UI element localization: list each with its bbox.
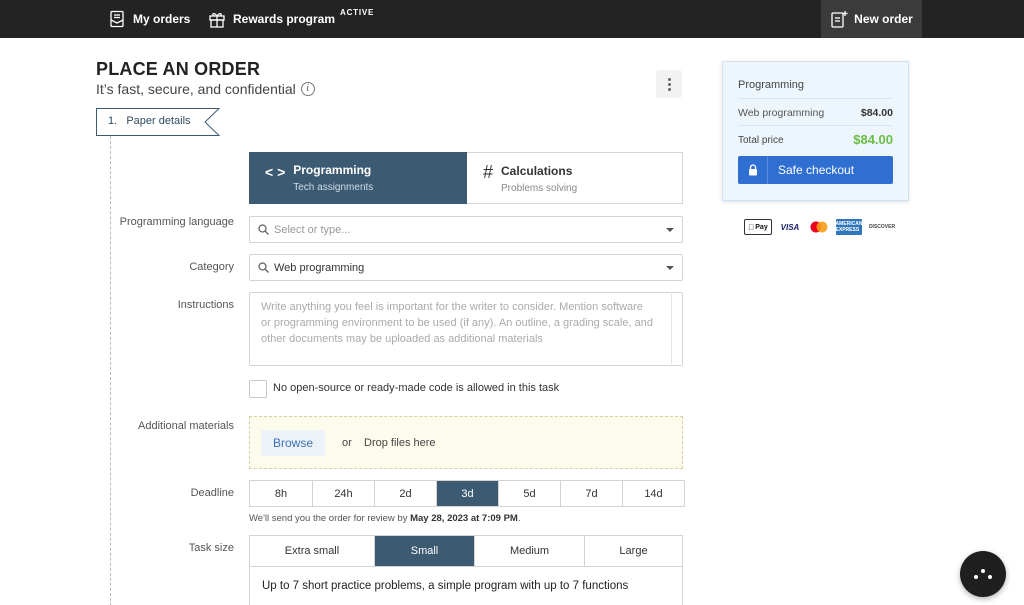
chat-dot-icon [988, 575, 992, 579]
deadline-note-suffix: . [517, 513, 521, 524]
paper-type-subtitle: Problems solving [501, 183, 578, 194]
search-icon [258, 224, 269, 235]
task-size-options: Extra small Small Medium Large [249, 535, 683, 567]
materials-label: Additional materials [138, 420, 234, 432]
browse-button[interactable]: Browse [261, 430, 325, 456]
apple-pay-icon: Pay [744, 219, 772, 235]
top-nav: My orders Rewards program ACTIVE New ord… [0, 0, 1024, 38]
instructions-textarea[interactable]: Write anything you feel is important for… [249, 292, 683, 366]
dropzone-or: or [342, 437, 352, 449]
summary-item-price: $84.00 [860, 107, 893, 119]
safe-checkout-label: Safe checkout [778, 163, 855, 177]
paper-type-programming[interactable]: < > Programming Tech assignments [249, 152, 467, 204]
language-label: Programming language [119, 216, 234, 228]
deadline-note-prefix: We'll send you the order for review by [249, 513, 411, 524]
page-title: PLACE AN ORDER [96, 59, 261, 79]
deadline-option[interactable]: 7d [560, 481, 622, 506]
info-icon[interactable]: i [300, 82, 315, 96]
deadline-option[interactable]: 24h [312, 481, 374, 506]
task-size-description: Up to 7 short practice problems, a simpl… [249, 566, 683, 605]
instructions-scrollbar[interactable] [671, 294, 681, 364]
chat-dot-icon [981, 569, 985, 573]
page-subtitle-text: It’s fast, secure, and confidential [96, 81, 296, 97]
summary-total-label: Total price [738, 135, 784, 146]
category-label: Category [189, 261, 234, 273]
summary-item-label: Web programming [738, 107, 825, 119]
step-label-text: 1. Paper details [108, 115, 191, 127]
nav-rewards-label: Rewards program [233, 12, 336, 26]
rewards-status-badge: ACTIVE [340, 8, 375, 17]
paper-type-calculations[interactable]: # Calculations Problems solving [467, 152, 683, 204]
discover-icon: DISCOVER [868, 224, 896, 230]
amex-icon: AMERICAN EXPRESS [835, 219, 863, 235]
more-options-button[interactable] [656, 70, 682, 98]
orders-icon [110, 10, 124, 28]
task-size-label: Task size [188, 542, 234, 554]
step-dashed-line [110, 136, 111, 605]
summary-divider [738, 125, 893, 126]
nav-my-orders[interactable]: My orders [108, 0, 190, 38]
language-select[interactable]: Select or type... [249, 216, 683, 243]
payment-methods: Pay VISA AMERICAN EXPRESS DISCOVER [744, 219, 896, 235]
new-order-label: New order [854, 12, 913, 26]
deadline-option-selected[interactable]: 3d [436, 481, 498, 506]
language-placeholder: Select or type... [274, 223, 351, 236]
hash-icon: # [483, 162, 494, 182]
chat-button[interactable] [960, 551, 1006, 597]
paper-type-title: Calculations [501, 164, 573, 178]
nav-rewards[interactable]: Rewards program [208, 0, 335, 38]
summary-divider [738, 98, 893, 99]
mastercard-icon [808, 219, 830, 235]
new-order-button[interactable]: New order [821, 0, 922, 38]
instructions-label: Instructions [177, 299, 234, 311]
deadline-option[interactable]: 5d [498, 481, 560, 506]
paper-type-subtitle: Tech assignments [293, 182, 374, 193]
no-open-source-label[interactable]: No open-source or ready-made code is all… [273, 382, 559, 394]
deadline-option[interactable]: 2d [374, 481, 436, 506]
deadline-note: We'll send you the order for review by M… [249, 513, 520, 524]
lock-icon [738, 156, 768, 184]
task-size-option[interactable]: Extra small [250, 536, 374, 566]
nav-my-orders-label: My orders [133, 12, 191, 26]
more-dot-icon [667, 77, 671, 81]
summary-total-price: $84.00 [853, 132, 893, 147]
code-icon: < > [265, 164, 286, 180]
deadline-label: Deadline [190, 487, 234, 499]
visa-icon: VISA [780, 222, 800, 232]
category-value: Web programming [274, 261, 365, 274]
task-size-option[interactable]: Large [584, 536, 682, 566]
summary-title: Programming [738, 79, 805, 91]
more-dot-icon [667, 82, 671, 86]
deadline-option[interactable]: 8h [250, 481, 312, 506]
new-order-icon [831, 11, 848, 28]
apple-pay-text: Pay [752, 223, 767, 231]
paper-type-title: Programming [293, 163, 372, 177]
search-icon [258, 262, 269, 273]
deadline-note-date: May 28, 2023 at 7:09 PM [410, 513, 518, 524]
step-label[interactable]: 1. Paper details [108, 115, 191, 127]
deadline-options: 8h 24h 2d 3d 5d 7d 14d [249, 480, 685, 507]
category-select[interactable]: Web programming [249, 254, 683, 281]
gift-icon [209, 13, 225, 28]
more-dot-icon [667, 87, 671, 91]
dropzone-text: Drop files here [364, 437, 436, 449]
safe-checkout-button[interactable]: Safe checkout [738, 156, 893, 184]
page-subtitle: It’s fast, secure, and confidential i [96, 81, 315, 97]
task-size-option-selected[interactable]: Small [374, 536, 474, 566]
no-open-source-checkbox[interactable] [249, 380, 267, 398]
chevron-down-icon [666, 266, 674, 270]
chevron-down-icon [666, 228, 674, 232]
chat-dot-icon [974, 575, 978, 579]
deadline-option[interactable]: 14d [622, 481, 684, 506]
task-size-option[interactable]: Medium [474, 536, 584, 566]
